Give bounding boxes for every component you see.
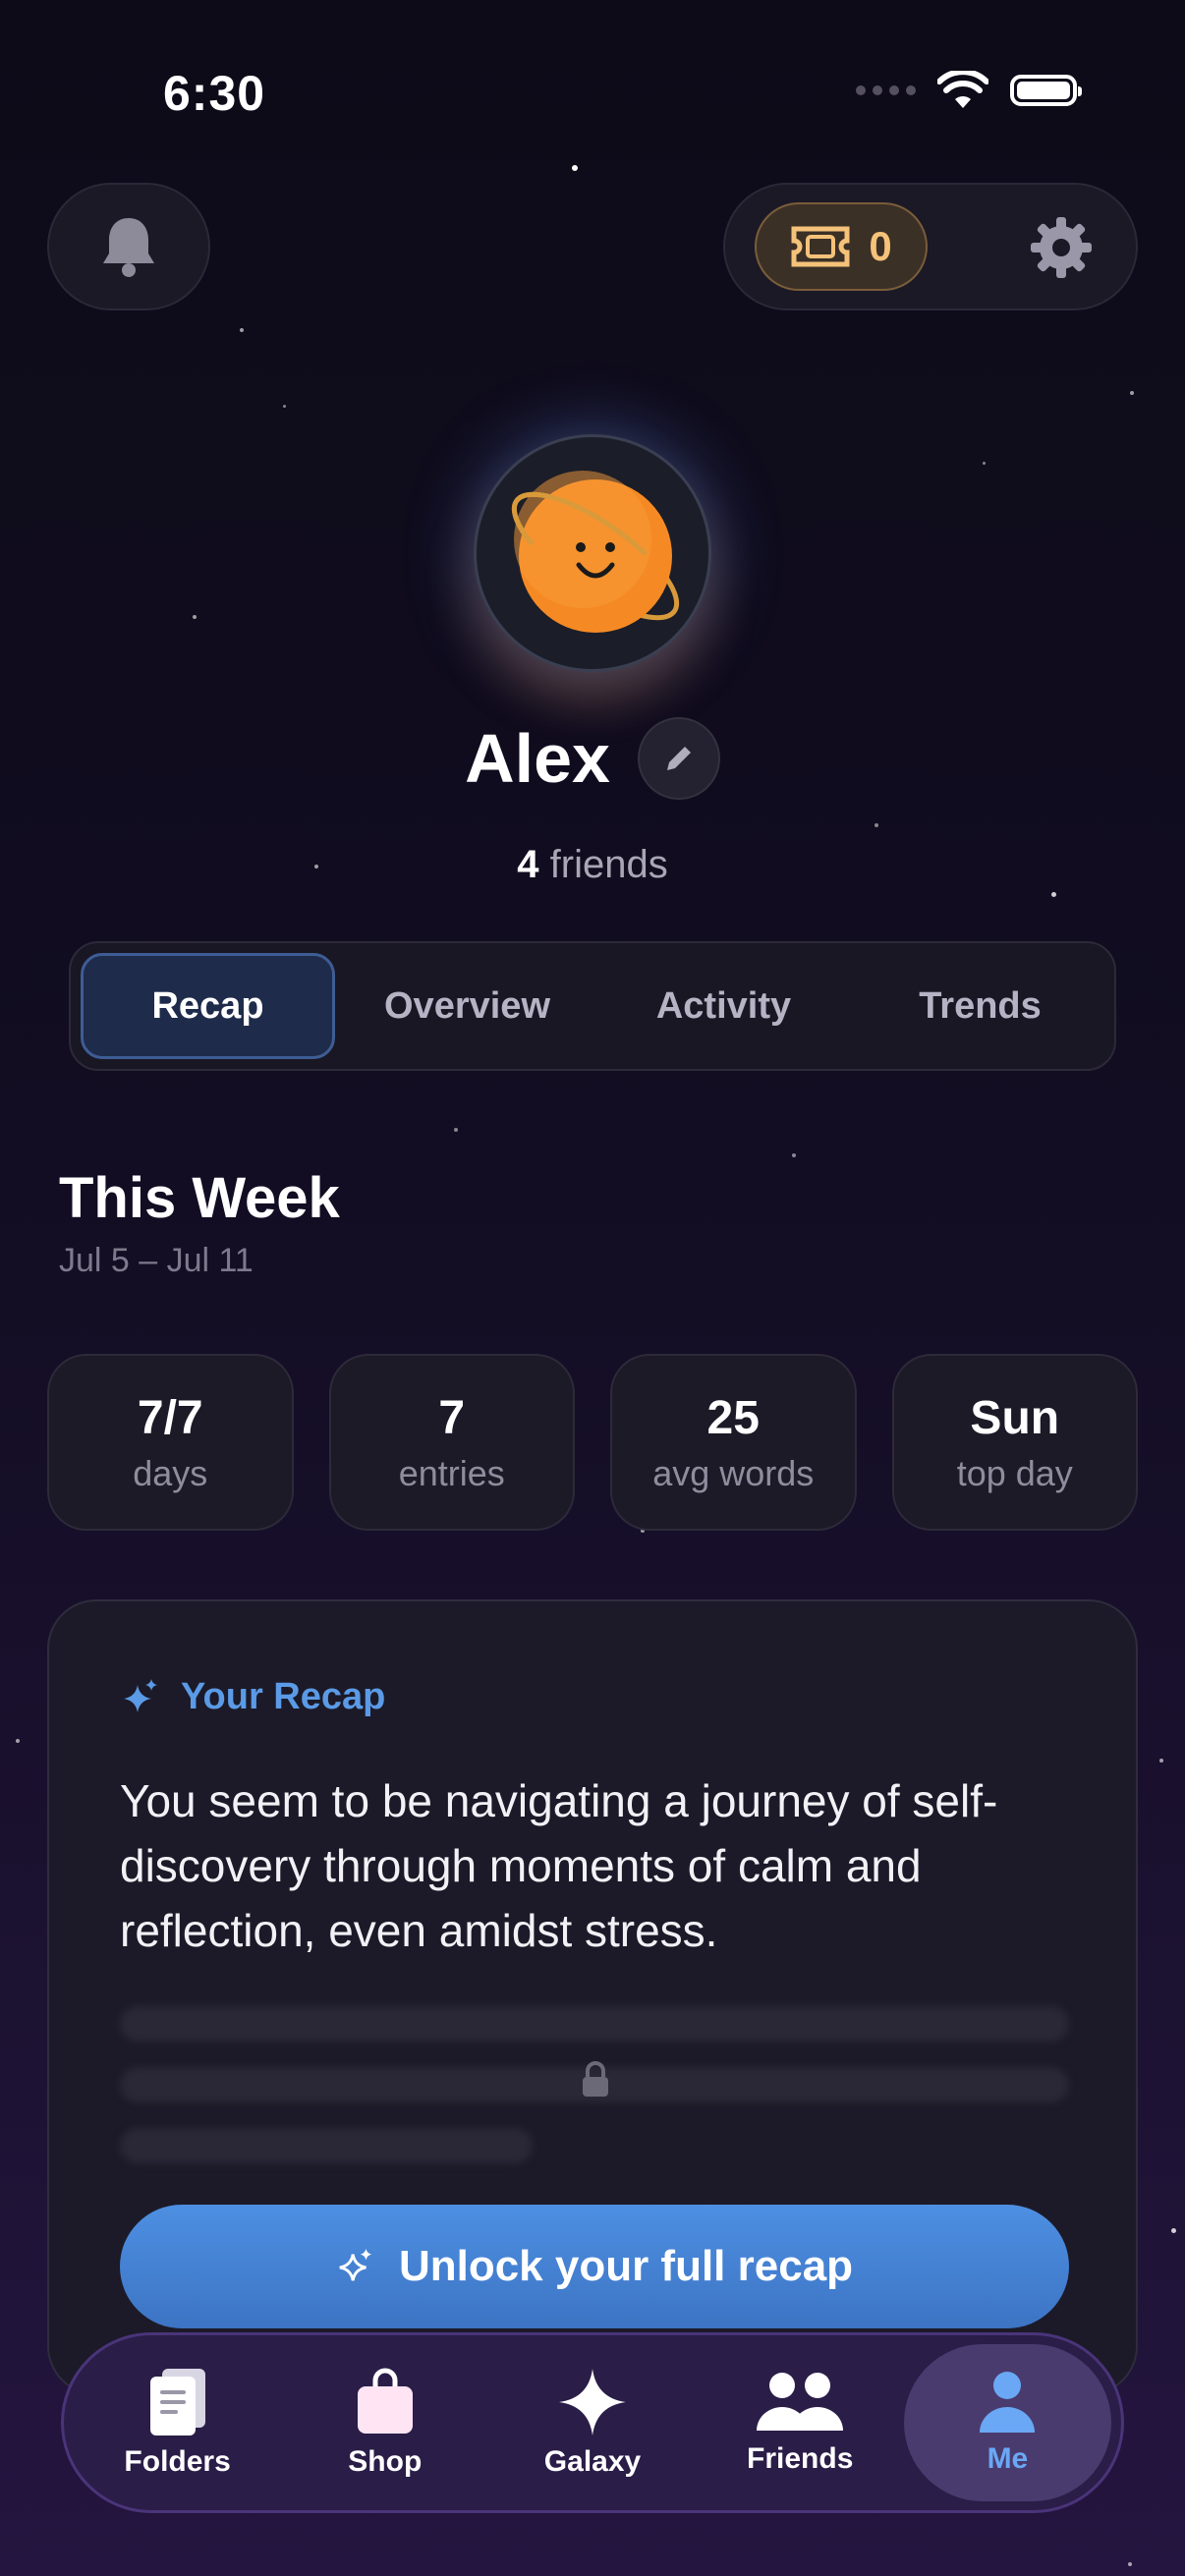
ticket-icon bbox=[791, 226, 850, 267]
profile-tabs: Recap Overview Activity Trends bbox=[69, 941, 1116, 1071]
unlock-recap-button[interactable]: Unlock your full recap bbox=[120, 2205, 1069, 2328]
unlock-label: Unlock your full recap bbox=[398, 2242, 854, 2290]
recap-card: Your Recap You seem to be navigating a j… bbox=[47, 1599, 1138, 2395]
avatar[interactable] bbox=[474, 434, 711, 672]
nav-item-folders[interactable]: Folders bbox=[74, 2344, 281, 2501]
date-range: Jul 5 – Jul 11 bbox=[59, 1242, 254, 1279]
sparkle-icon bbox=[124, 1678, 157, 1712]
friends-icon bbox=[757, 2373, 844, 2431]
bell-icon bbox=[103, 218, 154, 277]
locked-text-placeholder bbox=[120, 2006, 1069, 2042]
nav-label: Me bbox=[987, 2442, 1029, 2475]
stats-row: 7/7 days 7 entries 25 avg words Sun top … bbox=[47, 1354, 1138, 1531]
stat-label: avg words bbox=[652, 1452, 815, 1493]
nav-label: Friends bbox=[747, 2442, 854, 2475]
nav-item-friends[interactable]: Friends bbox=[697, 2344, 904, 2501]
shop-icon bbox=[357, 2368, 413, 2434]
recap-heading: Your Recap bbox=[181, 1676, 386, 1717]
stat-label: days bbox=[133, 1452, 208, 1493]
locked-text-placeholder bbox=[120, 2128, 533, 2163]
settings-button[interactable] bbox=[1026, 212, 1097, 283]
sparkle-icon bbox=[339, 2248, 372, 2281]
tab-overview[interactable]: Overview bbox=[343, 953, 592, 1059]
cellular-signal-icon bbox=[856, 85, 916, 95]
nav-item-galaxy[interactable]: Galaxy bbox=[488, 2344, 696, 2501]
edit-name-button[interactable] bbox=[637, 717, 720, 800]
nav-label: Shop bbox=[348, 2445, 423, 2478]
stat-card-top-day: Sun top day bbox=[891, 1354, 1138, 1531]
stat-card-days: 7/7 days bbox=[47, 1354, 294, 1531]
profile-name-row: Alex bbox=[0, 717, 1185, 800]
ticket-count: 0 bbox=[869, 223, 892, 269]
nav-label: Folders bbox=[124, 2445, 231, 2478]
stat-label: entries bbox=[398, 1452, 505, 1493]
stat-value: 7 bbox=[438, 1391, 466, 1444]
recap-header: Your Recap bbox=[120, 1676, 385, 1718]
battery-icon bbox=[1010, 75, 1082, 106]
notifications-button[interactable] bbox=[47, 183, 210, 310]
stat-value: Sun bbox=[970, 1391, 1060, 1444]
bottom-nav: Folders Shop Galaxy Friends Me bbox=[61, 2332, 1124, 2513]
tickets-button[interactable]: 0 bbox=[755, 202, 928, 291]
planet-avatar-icon bbox=[511, 471, 680, 633]
top-right-controls: 0 bbox=[723, 183, 1138, 310]
folders-icon bbox=[149, 2369, 205, 2436]
nav-item-me[interactable]: Me bbox=[903, 2344, 1112, 2501]
friends-number: 4 bbox=[517, 843, 539, 886]
stat-value: 25 bbox=[706, 1391, 760, 1444]
tab-activity[interactable]: Activity bbox=[599, 953, 848, 1059]
galaxy-icon bbox=[559, 2369, 626, 2436]
pencil-icon bbox=[666, 747, 691, 770]
tab-trends[interactable]: Trends bbox=[856, 953, 1104, 1059]
me-icon bbox=[980, 2372, 1036, 2433]
stat-card-avg-words: 25 avg words bbox=[610, 1354, 857, 1531]
wifi-icon bbox=[937, 71, 988, 108]
recap-summary: You seem to be navigating a journey of s… bbox=[120, 1775, 998, 1956]
friends-label: friends bbox=[549, 843, 668, 886]
lock-icon bbox=[583, 2061, 608, 2097]
section-title: This Week bbox=[59, 1166, 340, 1230]
stat-card-entries: 7 entries bbox=[328, 1354, 575, 1531]
stat-label: top day bbox=[956, 1452, 1073, 1493]
stat-value: 7/7 bbox=[137, 1391, 203, 1444]
tab-recap[interactable]: Recap bbox=[81, 953, 335, 1059]
nav-label: Galaxy bbox=[543, 2445, 642, 2478]
friends-count[interactable]: 4 friends bbox=[0, 843, 1185, 887]
profile-name: Alex bbox=[465, 720, 610, 797]
gear-icon bbox=[1031, 217, 1092, 278]
status-time: 6:30 bbox=[163, 66, 266, 121]
status-indicators bbox=[856, 71, 1082, 110]
nav-item-shop[interactable]: Shop bbox=[281, 2344, 488, 2501]
